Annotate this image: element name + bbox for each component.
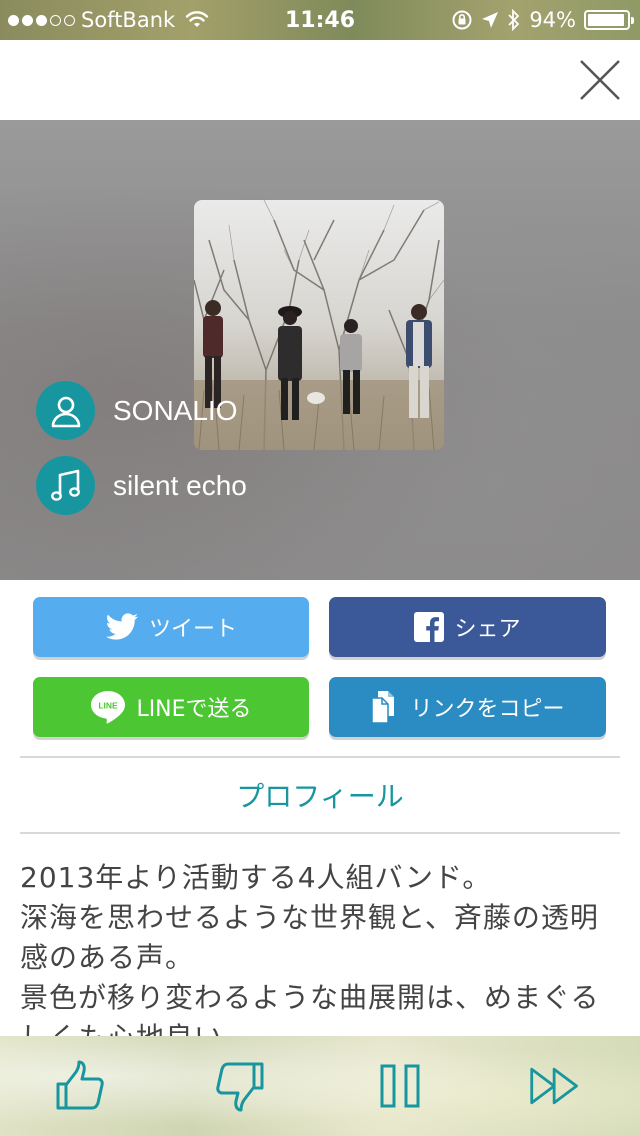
music-note-icon [36, 456, 95, 515]
thumbs-down-icon[interactable] [212, 1058, 268, 1114]
copy-link-button[interactable]: リンクをコピー [329, 677, 606, 737]
profile-description: 2013年より活動する4人組バンド。 深海を思わせるような世界観と、斉藤の透明 … [20, 858, 630, 1058]
line-badge-text: LINE [99, 701, 119, 711]
track-title: silent echo [113, 469, 247, 501]
title-row: silent echo [36, 456, 247, 515]
artist-name: SONALIO [113, 394, 238, 426]
copy-link-label: リンクをコピー [410, 697, 565, 722]
profile-line: 景色が移り変わるような曲展開は、めまぐる [20, 981, 600, 1014]
tweet-button[interactable]: ツイート [33, 597, 309, 657]
facebook-icon [414, 612, 445, 642]
battery-percent: 94% [529, 8, 576, 32]
artist-row: SONALIO [36, 381, 237, 440]
facebook-share-button[interactable]: シェア [329, 597, 606, 657]
location-arrow-icon [482, 12, 499, 28]
facebook-share-label: シェア [454, 617, 521, 642]
player-controls [0, 1036, 640, 1136]
twitter-bird-icon [105, 613, 138, 640]
close-icon[interactable] [578, 58, 622, 102]
bluetooth-icon [508, 9, 520, 31]
pause-icon[interactable] [372, 1058, 428, 1114]
divider [20, 832, 620, 834]
status-bar: SoftBank 11:46 94% [0, 0, 640, 40]
rotation-lock-icon [452, 10, 472, 30]
now-playing-hero: SONALIO silent echo [0, 120, 640, 580]
line-share-button[interactable]: LINE LINEで送る [33, 677, 309, 737]
line-icon: LINE [91, 691, 126, 724]
profile-line: 感のある声。 [20, 941, 195, 974]
person-icon [36, 381, 95, 440]
tweet-label: ツイート [148, 617, 237, 642]
profile-line: 深海を思わせるような世界観と、斉藤の透明 [20, 901, 599, 934]
battery-fill [588, 14, 624, 26]
profile-line: 2013年より活動する4人組バンド。 [20, 861, 492, 894]
thumbs-up-icon[interactable] [52, 1058, 108, 1114]
copy-document-icon [371, 691, 395, 724]
profile-heading: プロフィール [236, 780, 404, 813]
header [0, 40, 640, 120]
line-share-label: LINEで送る [136, 697, 252, 722]
skip-forward-icon[interactable] [528, 1058, 584, 1114]
battery-icon [584, 10, 634, 30]
status-right: 94% [451, 8, 634, 32]
